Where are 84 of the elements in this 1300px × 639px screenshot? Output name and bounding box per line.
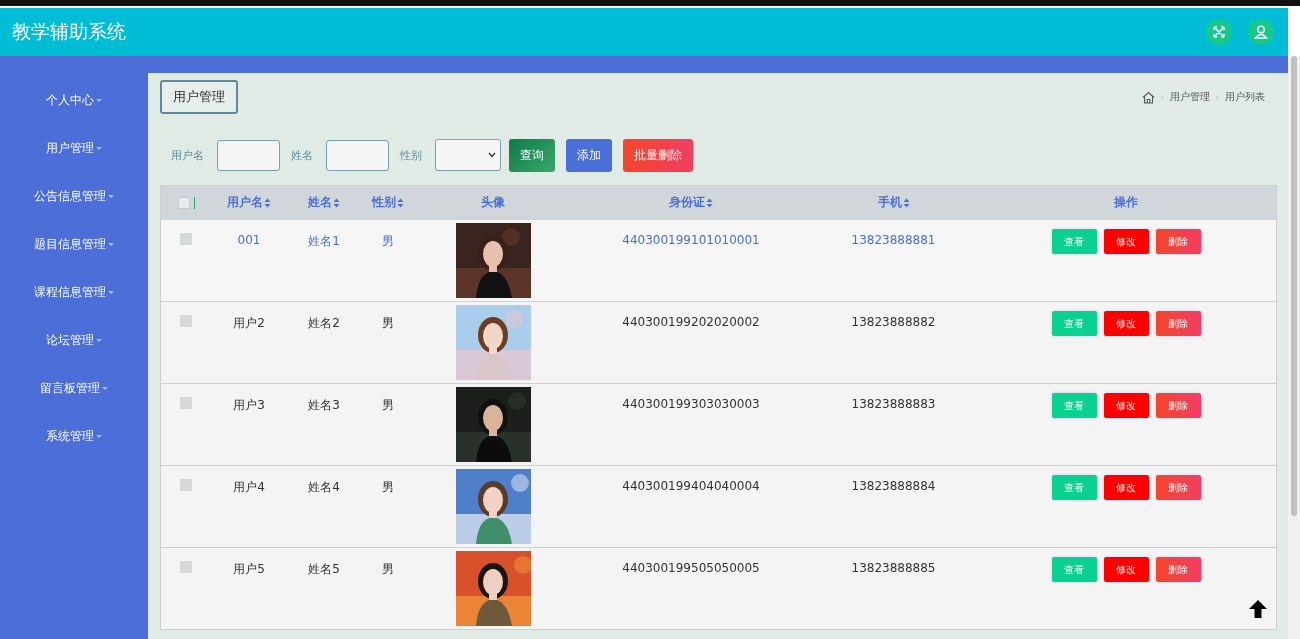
table-row[interactable]: 用户4 姓名4 男 440300199404040004 13823888884 查看 修改 删除 [161, 465, 1276, 547]
edit-button[interactable]: 修改 [1103, 229, 1149, 254]
table-cell: 姓名3 [308, 397, 340, 414]
table-cell: 13823888885 [851, 561, 936, 575]
checkbox[interactable] [180, 233, 192, 245]
column-header[interactable]: 姓名 [308, 194, 332, 211]
sidebar-item[interactable]: 系统管理 [42, 426, 106, 447]
filter-label: 性别 [400, 147, 422, 163]
table-cell: 440300199505050005 [622, 561, 760, 575]
edit-button[interactable]: 修改 [1103, 475, 1149, 500]
delete-button[interactable]: 删除 [1155, 229, 1201, 254]
sort-icon[interactable] [902, 197, 910, 208]
filter-label: 用户名 [171, 147, 204, 163]
table-row[interactable]: 用户3 姓名3 男 440300199303030003 13823888883 查看 修改 删除 [161, 383, 1276, 465]
table-cell: 姓名1 [308, 233, 340, 250]
table-cell: 男 [382, 479, 394, 496]
edit-button[interactable]: 修改 [1103, 311, 1149, 336]
user-icon[interactable] [1248, 19, 1274, 45]
checkbox[interactable] [180, 315, 192, 327]
table-cell: 13823888882 [851, 315, 936, 329]
delete-button[interactable]: 删除 [1155, 393, 1201, 418]
table-cell: 440300199202020002 [622, 315, 760, 329]
sidebar-item[interactable]: 公告信息管理 [30, 186, 118, 207]
table-cell: 用户3 [233, 397, 265, 414]
home-icon[interactable] [1142, 90, 1155, 104]
checkbox[interactable] [180, 479, 192, 491]
sidebar-item[interactable]: 论坛管理 [42, 330, 106, 351]
table-cell: 13823888881 [851, 233, 936, 247]
add-button[interactable]: 添加 [566, 138, 612, 172]
table-cell: 用户2 [233, 315, 265, 332]
checkbox[interactable] [180, 561, 192, 573]
table-cell: 440300199101010001 [622, 233, 760, 247]
edit-button[interactable]: 修改 [1103, 557, 1149, 582]
sidebar-item[interactable]: 题目信息管理 [30, 234, 118, 255]
table-cell: 姓名2 [308, 315, 340, 332]
fullscreen-icon[interactable] [1206, 19, 1232, 45]
search-button[interactable]: 查询 [509, 138, 555, 172]
column-header: 头像 [481, 194, 505, 211]
back-to-top-icon[interactable] [1248, 599, 1268, 619]
column-header[interactable]: 手机 [877, 194, 902, 211]
breadcrumb-link[interactable]: 用户列表 [1225, 90, 1265, 104]
table-row[interactable]: 用户5 姓名5 男 440300199505050005 13823888885 查看 修改 删除 [161, 547, 1276, 629]
checkbox[interactable] [180, 397, 192, 409]
input-field[interactable] [326, 139, 389, 171]
table-cell: 用户4 [233, 479, 265, 496]
sidebar-item[interactable]: 留言板管理 [36, 378, 112, 399]
edit-button[interactable]: 修改 [1103, 393, 1149, 418]
sort-icon[interactable] [264, 197, 271, 208]
table-cell: 13823888883 [851, 397, 936, 411]
sort-icon[interactable] [706, 197, 713, 208]
table-cell: 男 [382, 315, 394, 332]
breadcrumb-link[interactable]: 用户管理 [1170, 90, 1210, 104]
sort-icon[interactable] [333, 197, 340, 208]
page-tab[interactable]: 用户管理 [160, 80, 238, 114]
table-cell: 男 [382, 233, 394, 250]
table-cell: 男 [382, 561, 394, 578]
delete-button[interactable]: 删除 [1155, 475, 1201, 500]
table-cell: 男 [382, 397, 394, 414]
table-row[interactable]: 001 姓名1 男 440300199101010001 13823888881 查看 修改 删除 [161, 219, 1276, 301]
app-title: 教学辅助系统 [12, 19, 126, 44]
column-header: 操作 [1114, 194, 1138, 211]
column-header[interactable]: 用户名 [227, 194, 263, 211]
delete-button[interactable]: 删除 [1155, 557, 1201, 582]
table-cell: 姓名5 [308, 561, 340, 578]
delete-button[interactable]: 批量删除 [623, 138, 693, 172]
input-field[interactable] [217, 139, 280, 171]
table-cell: 001 [237, 233, 261, 247]
sort-icon[interactable] [397, 197, 404, 208]
delete-button[interactable]: 删除 [1155, 311, 1201, 336]
sidebar-item[interactable]: 用户管理 [42, 138, 106, 159]
checkbox[interactable] [177, 196, 190, 209]
table-cell: 姓名4 [308, 479, 340, 496]
column-header[interactable]: 身份证 [669, 194, 705, 211]
select-field[interactable] [435, 139, 501, 171]
table-row[interactable]: 用户2 姓名2 男 440300199202020002 13823888882 查看 修改 删除 [161, 301, 1276, 383]
sidebar-item[interactable]: 课程信息管理 [30, 282, 118, 303]
filter-label: 姓名 [291, 147, 313, 163]
table-cell: 440300199303030003 [622, 397, 760, 411]
table-cell: 440300199404040004 [622, 479, 760, 493]
table-cell: 用户5 [233, 561, 265, 578]
chevron-down-icon [488, 152, 496, 158]
sidebar-item[interactable]: 个人中心 [42, 90, 106, 111]
table-cell: 13823888884 [851, 479, 936, 493]
column-header[interactable]: 性别 [372, 194, 396, 211]
